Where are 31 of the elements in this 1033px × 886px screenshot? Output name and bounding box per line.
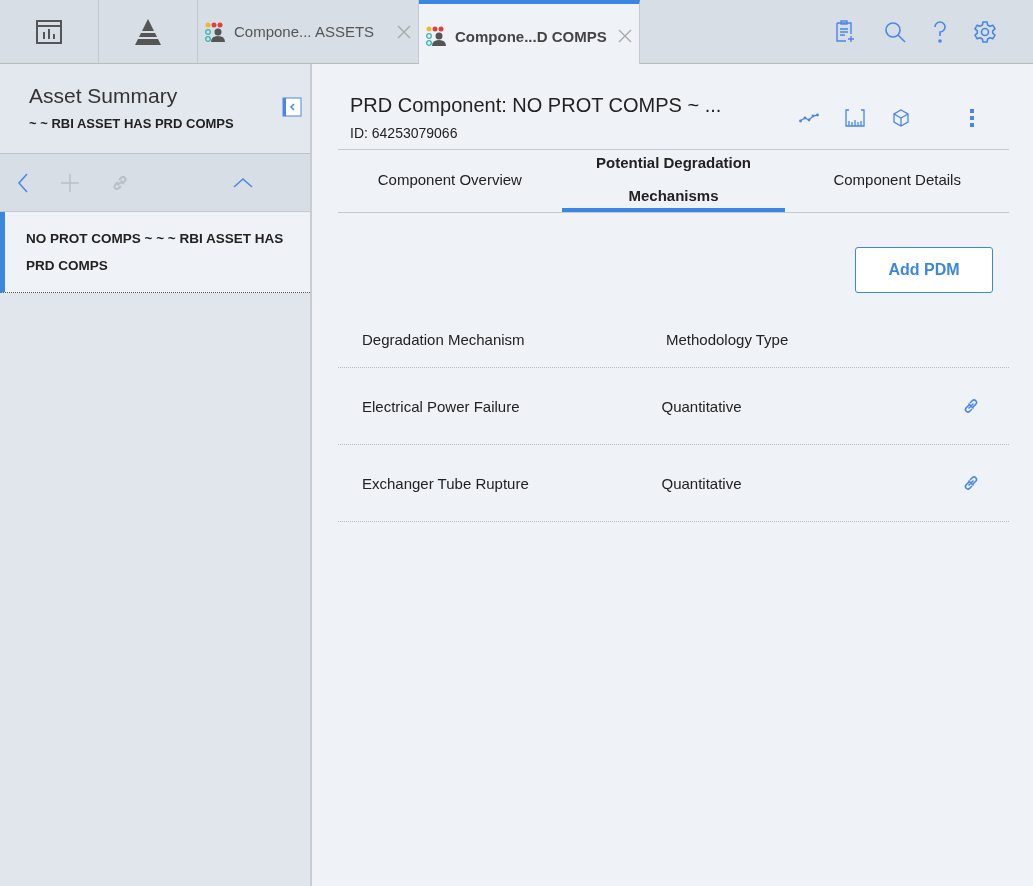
sidebar-subtitle: ~ ~ RBI ASSET HAS PRD COMPS [29, 116, 235, 131]
close-icon[interactable] [617, 28, 633, 44]
search-icon[interactable] [883, 19, 907, 44]
document-tab[interactable]: Compone...D COMPS [419, 0, 640, 64]
back-icon[interactable] [16, 171, 30, 194]
add-pdm-button[interactable]: Add PDM [855, 247, 993, 293]
record-id: ID: 64253079066 [350, 125, 459, 141]
collapse-panel-icon[interactable] [282, 97, 302, 117]
component-icon [425, 25, 447, 47]
table-cell-text: Exchanger Tube Rupture [361, 474, 530, 492]
sidebar-title: Asset Summary [29, 84, 179, 108]
trend-line-icon[interactable] [799, 111, 819, 124]
record-title: PRD Component: NO PROT COMPS ~ ... [350, 94, 722, 117]
column-header: Degradation Mechanism [361, 330, 526, 348]
settings-icon[interactable] [973, 19, 997, 44]
sidebar-item[interactable]: NO PROT COMPS ~ ~ ~ RBI ASSET HAS PRD COMPS [0, 212, 310, 293]
tab[interactable]: Component Details [785, 150, 1009, 212]
tab[interactable]: Component Overview [338, 150, 562, 212]
collapse-up-icon[interactable] [232, 175, 254, 190]
tab[interactable]: Potential Degradation Mechanisms [561, 150, 786, 212]
table-cell-text: Electrical Power Failure [361, 397, 521, 415]
column-header: Methodology Type [665, 330, 790, 348]
chart-window-icon [35, 17, 63, 46]
close-icon[interactable] [396, 23, 412, 40]
ruler-icon[interactable] [845, 108, 865, 127]
component-icon [204, 20, 226, 43]
table-cell-text: Quantitative [660, 474, 743, 492]
help-icon[interactable] [933, 19, 947, 44]
more-options-icon[interactable] [969, 107, 975, 128]
table-cell-text: Quantitative [660, 397, 743, 415]
clipboard-add-icon[interactable] [833, 19, 857, 44]
